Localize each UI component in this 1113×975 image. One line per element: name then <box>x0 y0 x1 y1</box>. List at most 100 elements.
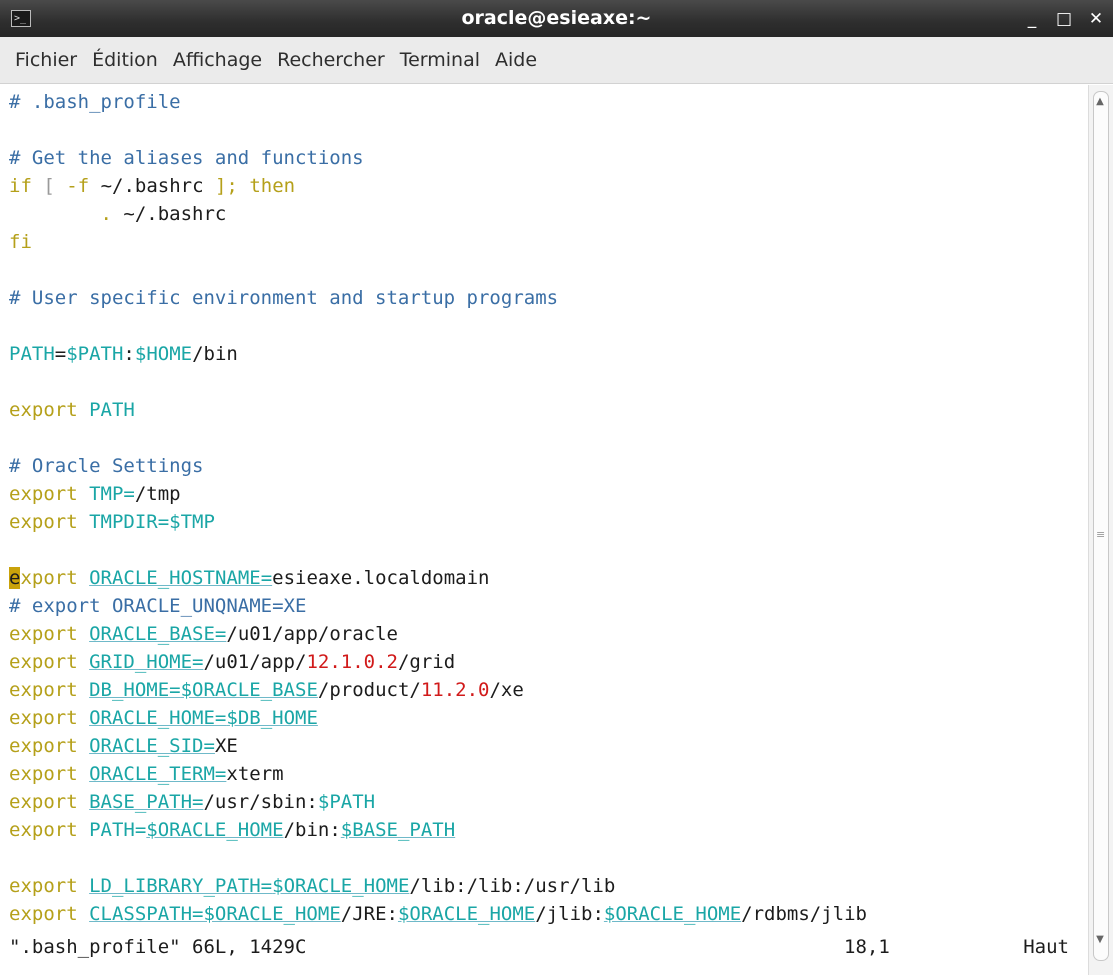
code-token: /product/ <box>317 679 421 701</box>
code-line: # Oracle Settings <box>9 452 867 480</box>
code-token: ORACLE_HOME= <box>89 707 227 729</box>
code-line: export ORACLE_TERM=xterm <box>9 760 867 788</box>
code-token: -f <box>66 175 90 197</box>
code-line: export PATH=$ORACLE_HOME/bin:$BASE_PATH <box>9 816 867 844</box>
code-token: /rdbms/jlib <box>741 903 868 925</box>
vim-status-line: ".bash_profile" 66L, 1429C 18,1 Haut <box>9 933 1084 961</box>
code-token: export <box>9 651 78 673</box>
code-token: xterm <box>226 763 284 785</box>
code-token: fi <box>9 231 32 253</box>
minimize-icon[interactable]: _ <box>1023 9 1041 29</box>
scrollbar-thumb[interactable] <box>1093 91 1109 961</box>
code-token: /xe <box>489 679 524 701</box>
cursor: e <box>9 567 21 589</box>
code-line: export BASE_PATH=/usr/sbin:$PATH <box>9 788 867 816</box>
code-line: export TMPDIR=$TMP <box>9 508 867 536</box>
code-token: export <box>9 735 78 757</box>
code-line: # Get the aliases and functions <box>9 144 867 172</box>
code-token: = <box>54 343 67 365</box>
menu-terminal[interactable]: Terminal <box>400 49 480 71</box>
menu-edition[interactable]: Édition <box>92 49 158 71</box>
close-icon[interactable]: ✕ <box>1087 9 1105 29</box>
code-token: export <box>9 819 78 841</box>
scroll-down-icon[interactable]: ▼ <box>1093 931 1107 949</box>
code-token: /JRE: <box>340 903 398 925</box>
code-token: export <box>9 707 78 729</box>
menu-bar: Fichier Édition Affichage Rechercher Ter… <box>0 37 1113 84</box>
code-token: $ORACLE_HOME <box>272 875 410 897</box>
scroll-up-icon[interactable]: ▲ <box>1093 93 1107 111</box>
code-line: fi <box>9 228 867 256</box>
code-token: /bin <box>192 343 238 365</box>
menu-rechercher[interactable]: Rechercher <box>277 49 385 71</box>
title-bar[interactable]: >_ oracle@esieaxe:~ _ □ ✕ <box>0 0 1113 37</box>
code-token: $HOME <box>134 343 193 365</box>
code-token: XE <box>214 735 238 757</box>
code-token: export <box>9 763 78 785</box>
code-token: : <box>123 343 135 365</box>
menu-fichier[interactable]: Fichier <box>15 49 77 71</box>
menu-aide[interactable]: Aide <box>495 49 537 71</box>
code-token: /u01/app/ <box>203 651 307 673</box>
code-token: ORACLE_TERM= <box>89 763 227 785</box>
vim-editor[interactable]: # .bash_profile # Get the aliases and fu… <box>0 85 1088 975</box>
code-line: export CLASSPATH=$ORACLE_HOME/JRE:$ORACL… <box>9 900 867 928</box>
code-token: ORACLE_HOSTNAME= <box>89 567 273 589</box>
code-token: $PATH <box>66 343 124 365</box>
code-line: export GRID_HOME=/u01/app/12.1.0.2/grid <box>9 648 867 676</box>
terminal-window: >_ oracle@esieaxe:~ _ □ ✕ Fichier Éditio… <box>0 0 1113 975</box>
code-token: ~/.bashrc <box>111 203 227 225</box>
code-token: 12.1.0.2 <box>306 651 398 673</box>
code-line: # export ORACLE_UNQNAME=XE <box>9 592 867 620</box>
editor-lines: # .bash_profile # Get the aliases and fu… <box>9 88 867 928</box>
code-token: DB_HOME= <box>89 679 181 701</box>
code-token: $BASE_PATH <box>340 819 456 841</box>
code-token: /tmp <box>134 483 181 505</box>
code-line: PATH=$PATH:$HOME/bin <box>9 340 867 368</box>
code-token: export <box>9 399 78 421</box>
code-token: $ORACLE_HOME <box>146 819 284 841</box>
code-line: . ~/.bashrc <box>9 200 867 228</box>
code-token: PATH <box>9 343 55 365</box>
code-line: export ORACLE_HOME=$DB_HOME <box>9 704 867 732</box>
code-token: TMPDIR= <box>89 511 170 533</box>
code-token: # Get the aliases and functions <box>9 147 364 169</box>
status-file-info: ".bash_profile" 66L, 1429C <box>9 936 307 958</box>
code-token: ~/.bashrc <box>89 175 215 197</box>
code-token: CLASSPATH= <box>89 903 204 925</box>
code-token: if <box>9 175 32 197</box>
code-line: export DB_HOME=$ORACLE_BASE/product/11.2… <box>9 676 867 704</box>
code-line: export TMP=/tmp <box>9 480 867 508</box>
code-token: export <box>9 679 78 701</box>
code-token: $ORACLE_HOME <box>203 903 341 925</box>
code-token: GRID_HOME= <box>89 651 204 673</box>
code-token: /bin: <box>283 819 341 841</box>
code-token: $ORACLE_BASE <box>180 679 318 701</box>
vertical-scrollbar[interactable]: ▲ ≡ ▼ <box>1088 85 1113 975</box>
code-token: ORACLE_SID= <box>89 735 215 757</box>
menu-affichage[interactable]: Affichage <box>173 49 262 71</box>
code-line: export LD_LIBRARY_PATH=$ORACLE_HOME/lib:… <box>9 872 867 900</box>
code-token: PATH <box>89 399 135 421</box>
maximize-icon[interactable]: □ <box>1055 9 1073 29</box>
code-token: ORACLE_BASE= <box>89 623 227 645</box>
code-token: /grid <box>397 651 456 673</box>
code-token: $TMP <box>169 511 215 533</box>
code-token: ]; <box>214 175 238 197</box>
status-scroll-position: Haut <box>1023 936 1069 958</box>
code-token: PATH= <box>89 819 147 841</box>
